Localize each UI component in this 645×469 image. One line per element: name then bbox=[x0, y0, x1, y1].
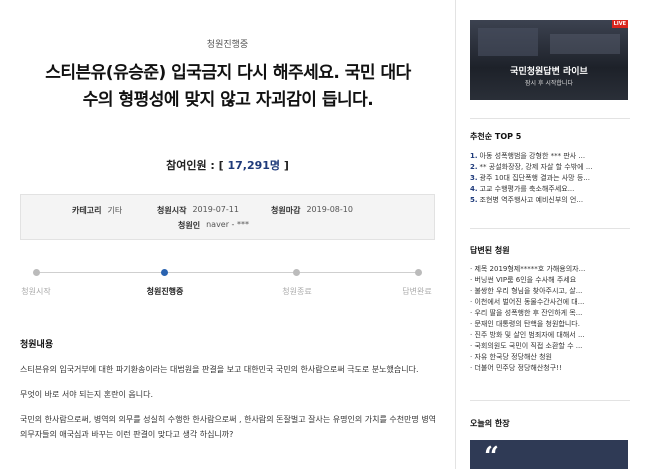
info-category-key: 카테고리 bbox=[72, 206, 102, 215]
progress-dot-answered bbox=[415, 269, 422, 276]
today-photo-heading: 오늘의 한장 bbox=[470, 419, 510, 428]
banner-title: 국민청원답변 라이브 bbox=[510, 67, 588, 77]
top5-heading: 추천순 TOP 5 bbox=[470, 132, 522, 141]
content-paragraph: 국민의 한사람으로써, 병역의 의무를 성실히 수행한 한사람으로써 , 한사람… bbox=[20, 415, 437, 439]
answered-list: · 제목 2019형제*****호 가해용의자... · 버닝썬 VIP룸 6인… bbox=[470, 264, 630, 374]
info-end-key: 청원마감 bbox=[271, 206, 301, 215]
progress-step-ended: 청원종료 bbox=[282, 287, 312, 296]
progress-step-start: 청원시작 bbox=[21, 287, 51, 296]
info-end: 청원마감 2019-08-10 bbox=[271, 205, 353, 216]
petition-progress: 청원시작 청원진행중 청원종료 답변완료 bbox=[20, 262, 435, 302]
info-author-key: 청원인 bbox=[178, 221, 201, 230]
top5-item-text: ** 공설화장장, 강제 자살 할 수밖에 ... bbox=[479, 163, 593, 171]
answered-item[interactable]: · 문재인 대통령의 탄핵을 청원합니다. bbox=[470, 319, 630, 330]
top5-item-text: 고교 수행평가를 축소해주세요... bbox=[479, 185, 575, 193]
top5-item-text: 조현병 역주행사고 예비신부의 언... bbox=[479, 196, 584, 204]
sidebar: LIVE 국민청원답변 라이브 잠시 후 시작합니다 추천순 TOP 5 1. 아… bbox=[456, 0, 645, 469]
answered-item[interactable]: · 자유 한국당 정당해산 청원 bbox=[470, 352, 630, 363]
info-start-value: 2019-07-11 bbox=[192, 205, 239, 214]
petition-title: 스티븐유(유승준) 입국금지 다시 해주세요. 국민 대다수의 형평성에 맞지 … bbox=[45, 63, 411, 110]
progress-step-ongoing: 청원진행중 bbox=[146, 287, 184, 296]
banner-shape bbox=[478, 28, 538, 56]
info-author-value: naver - *** bbox=[206, 220, 249, 229]
top5-item[interactable]: 5. 조현병 역주행사고 예비신부의 언... bbox=[470, 195, 630, 206]
info-category-value: 기타 bbox=[107, 206, 123, 215]
banner-subtitle: 잠시 후 시작합니다 bbox=[525, 80, 573, 87]
top5-item[interactable]: 2. ** 공설화장장, 강제 자살 할 수밖에 ... bbox=[470, 162, 630, 173]
progress-dot-start bbox=[33, 269, 40, 276]
progress-step-answered: 답변완료 bbox=[402, 287, 432, 296]
today-photo[interactable]: “ bbox=[470, 440, 628, 469]
info-start-key: 청원시작 bbox=[157, 206, 187, 215]
progress-dot-ended bbox=[293, 269, 300, 276]
sidebar-divider bbox=[470, 228, 630, 229]
petition-info-box: 카테고리 기타 청원시작 2019-07-11 청원마감 2019-08-10 … bbox=[20, 194, 435, 240]
sidebar-divider bbox=[470, 118, 630, 119]
top5-item-number: 5. bbox=[470, 196, 478, 204]
content-section-title: 청원내용 bbox=[20, 340, 54, 350]
top5-item[interactable]: 1. 아동 성폭행범을 강형한 *** 판사 ... bbox=[470, 151, 630, 162]
top5-item-number: 4. bbox=[470, 185, 478, 193]
answered-item[interactable]: · 더불어 민주당 정당해산청구!! bbox=[470, 363, 630, 374]
petition-status-label: 청원진행중 bbox=[206, 40, 249, 50]
participant-count-value: 17,291명 bbox=[227, 159, 281, 172]
content-paragraph: 스티븐유의 입국거부에 대한 파기환송이라는 대법원을 판결을 보고 대한민국 … bbox=[20, 365, 419, 374]
petition-content: 스티븐유의 입국거부에 대한 파기환송이라는 대법원을 판결을 보고 대한민국 … bbox=[20, 362, 440, 452]
answered-item[interactable]: · 우리 딸을 성폭행한 후 잔인하게 목... bbox=[470, 308, 630, 319]
answered-item[interactable]: · 국회의원도 국민이 직접 소환할 수 ... bbox=[470, 341, 630, 352]
participant-count-close: ] bbox=[280, 159, 289, 172]
top5-list: 1. 아동 성폭행범을 강형한 *** 판사 ... 2. ** 공설화장장, 강제… bbox=[470, 151, 630, 206]
info-category: 카테고리 기타 bbox=[72, 205, 122, 216]
top5-item-number: 3. bbox=[470, 174, 478, 182]
top5-item-text: 아동 성폭행범을 강형한 *** 판사 ... bbox=[479, 152, 586, 160]
banner-shape bbox=[550, 34, 620, 54]
top5-item[interactable]: 3. 광주 10대 집단폭행 결과는 사망 등... bbox=[470, 173, 630, 184]
top5-item-text: 광주 10대 집단폭행 결과는 사망 등... bbox=[479, 174, 590, 182]
live-banner[interactable]: LIVE 국민청원답변 라이브 잠시 후 시작합니다 bbox=[470, 20, 628, 100]
quote-icon: “ bbox=[484, 442, 499, 469]
progress-dot-ongoing bbox=[161, 269, 168, 276]
answered-item[interactable]: · 불쌍한 우리 형님을 찾아주시고, 살... bbox=[470, 286, 630, 297]
info-start: 청원시작 2019-07-11 bbox=[157, 205, 239, 216]
sidebar-divider bbox=[470, 400, 630, 401]
progress-line bbox=[36, 272, 419, 273]
participant-count: 참여인원 : [ 17,291명 ] bbox=[0, 157, 455, 173]
live-badge: LIVE bbox=[611, 20, 628, 28]
answered-item[interactable]: · 진주 방화 및 살인 범죄자에 대해서 ... bbox=[470, 330, 630, 341]
info-author: 청원인 naver - *** bbox=[178, 220, 249, 231]
top5-item-number: 2. bbox=[470, 163, 478, 171]
top5-item-number: 1. bbox=[470, 152, 478, 160]
answered-item[interactable]: · 이천에서 벌어진 동물수간사건에 대... bbox=[470, 297, 630, 308]
info-end-value: 2019-08-10 bbox=[306, 205, 353, 214]
answered-item[interactable]: · 버닝썬 VIP룸 6인을 수사해 주세요 bbox=[470, 275, 630, 286]
petition-main: 청원진행중 스티븐유(유승준) 입국금지 다시 해주세요. 국민 대다수의 형평… bbox=[0, 0, 455, 469]
participant-count-label: 참여인원 : bbox=[166, 159, 219, 172]
top5-item[interactable]: 4. 고교 수행평가를 축소해주세요... bbox=[470, 184, 630, 195]
answered-item[interactable]: · 제목 2019형제*****호 가해용의자... bbox=[470, 264, 630, 275]
content-paragraph: 무엇이 바로 서야 되는지 혼란이 옵니다. bbox=[20, 390, 154, 399]
answered-heading: 답변된 청원 bbox=[470, 246, 510, 255]
